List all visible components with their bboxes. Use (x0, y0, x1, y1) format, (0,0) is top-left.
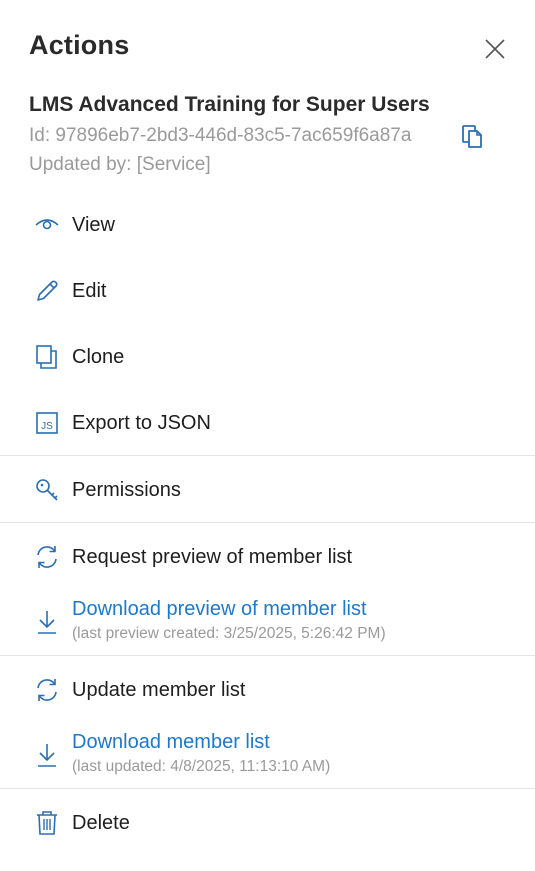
edit-label: Edit (72, 279, 107, 302)
clone-icon (34, 344, 60, 370)
divider (0, 655, 535, 656)
download-members-subtext: (last updated: 4/8/2025, 11:13:10 AM) (72, 758, 331, 775)
svg-text:JS: JS (41, 421, 53, 432)
divider (0, 455, 535, 456)
divider (0, 788, 535, 789)
copy-id-button[interactable] (460, 124, 486, 150)
download-preview-subtext: (last preview created: 3/25/2025, 5:26:4… (72, 625, 386, 642)
download-members-action[interactable]: Download member list (last updated: 4/8/… (0, 728, 535, 784)
object-name: LMS Advanced Training for Super Users (29, 93, 430, 116)
refresh-icon (34, 544, 60, 570)
close-icon (485, 39, 505, 59)
json-file-icon: JS (34, 410, 60, 436)
view-action[interactable]: View (0, 200, 535, 250)
download-icon (34, 742, 60, 768)
download-icon (34, 609, 60, 635)
pencil-icon (34, 278, 60, 304)
view-label: View (72, 213, 115, 236)
close-button[interactable] (480, 34, 510, 64)
refresh-icon (34, 677, 60, 703)
permissions-action[interactable]: Permissions (0, 465, 535, 515)
actions-panel: Actions LMS Advanced Training for Super … (0, 0, 535, 871)
permissions-label: Permissions (72, 478, 181, 501)
clone-label: Clone (72, 345, 125, 368)
update-members-label: Update member list (72, 678, 246, 701)
update-members-action[interactable]: Update member list (0, 665, 535, 715)
request-preview-action[interactable]: Request preview of member list (0, 532, 535, 582)
trash-icon (34, 810, 60, 836)
key-icon (34, 477, 60, 503)
panel-title: Actions (29, 30, 130, 60)
delete-action[interactable]: Delete (0, 798, 535, 848)
divider (0, 522, 535, 523)
object-id: Id: 97896eb7-2bd3-446d-83c5-7ac659f6a87a (29, 125, 412, 146)
download-members-label[interactable]: Download member list (72, 731, 270, 754)
updated-by: Updated by: [Service] (29, 154, 211, 175)
delete-label: Delete (72, 811, 130, 834)
copy-icon (462, 125, 482, 148)
export-json-label: Export to JSON (72, 411, 211, 434)
download-preview-action[interactable]: Download preview of member list (last pr… (0, 595, 535, 651)
request-preview-label: Request preview of member list (72, 545, 353, 568)
eye-icon (34, 212, 60, 238)
edit-action[interactable]: Edit (0, 266, 535, 316)
export-json-action[interactable]: JS Export to JSON (0, 398, 535, 448)
download-preview-label[interactable]: Download preview of member list (72, 598, 367, 621)
clone-action[interactable]: Clone (0, 332, 535, 382)
